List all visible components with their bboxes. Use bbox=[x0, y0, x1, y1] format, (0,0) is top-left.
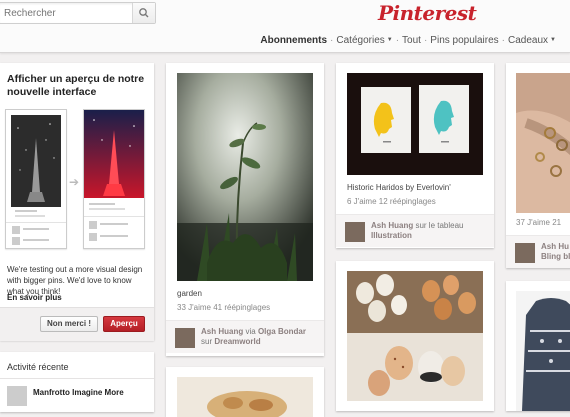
divider bbox=[0, 378, 154, 379]
nav-tout[interactable]: Tout bbox=[402, 35, 421, 46]
nav-categories-label: Catégories bbox=[336, 35, 385, 46]
nav-categories[interactable]: Catégories ▼ bbox=[336, 35, 392, 46]
nav-separator: · bbox=[330, 35, 334, 46]
pin-attribution: Ash Huang sur le tableau Illustration bbox=[336, 214, 494, 247]
board-prefix: sur bbox=[201, 337, 213, 346]
garden-photo[interactable] bbox=[177, 73, 313, 281]
nav-pins-populaires[interactable]: Pins populaires bbox=[430, 35, 498, 46]
sweater-photo[interactable] bbox=[516, 291, 570, 411]
eiffel-tower-dark-image bbox=[6, 115, 66, 245]
search-icon bbox=[139, 8, 149, 18]
board-name[interactable]: Illustration bbox=[371, 231, 412, 240]
pin-caption: Historic Haridos by Everlovin' bbox=[347, 183, 451, 192]
attribution-text: Ash Huang sur le tableau Illustration bbox=[371, 221, 501, 241]
pin-card[interactable]: garden 33 J'aime 41 réépinglages Ash Hua… bbox=[166, 63, 324, 356]
pinner-name[interactable]: Ash Huang bbox=[371, 221, 413, 230]
nav-separator: · bbox=[395, 35, 400, 46]
pin-stats: 33 J'aime 41 réépinglages bbox=[177, 303, 271, 312]
via-user[interactable]: Olga Bondar bbox=[258, 327, 306, 336]
main-nav: Abonnements · Catégories ▼ · Tout · Pins popula… bbox=[260, 35, 556, 46]
promo-actions: Non merci ! Aperçu bbox=[0, 307, 154, 341]
pin-card[interactable] bbox=[506, 281, 570, 411]
user-avatar[interactable] bbox=[515, 243, 535, 263]
nav-separator: · bbox=[423, 35, 428, 46]
nav-separator: · bbox=[501, 35, 506, 46]
eiffel-tower-red-image bbox=[84, 110, 144, 241]
activity-thumbnail[interactable] bbox=[7, 386, 27, 406]
caret-down-icon: ▼ bbox=[550, 37, 556, 43]
arrow-right-icon: ➔ bbox=[69, 175, 80, 189]
pinner-name[interactable]: Ash Hu bbox=[541, 242, 569, 251]
activity-item[interactable]: Manfrotto Imagine More bbox=[33, 388, 124, 397]
search-button[interactable] bbox=[132, 3, 155, 23]
old-interface-preview bbox=[5, 109, 67, 249]
user-avatar[interactable] bbox=[175, 328, 195, 348]
rings-hand-photo[interactable] bbox=[516, 73, 570, 213]
attribution-text: Ash Huang via Olga Bondar sur Dreamworld bbox=[201, 327, 331, 347]
pin-card[interactable]: Historic Haridos by Everlovin' 6 J'aime … bbox=[336, 63, 494, 248]
preview-button[interactable]: Aperçu bbox=[103, 316, 145, 332]
eggs-photo[interactable] bbox=[347, 271, 483, 401]
silhouette-cards-photo[interactable] bbox=[347, 73, 483, 175]
learn-more-link[interactable]: En savoir plus bbox=[7, 293, 62, 302]
nav-abonnements[interactable]: Abonnements bbox=[260, 35, 327, 46]
pinner-name[interactable]: Ash Huang bbox=[201, 327, 243, 336]
pin-card[interactable]: 37 J'aime 21 Ash Hu Bling bl bbox=[506, 63, 570, 268]
promo-title: Afficher un aperçu de notre nouvelle int… bbox=[7, 73, 145, 98]
search-input[interactable] bbox=[0, 3, 132, 24]
pin-caption: garden bbox=[177, 289, 202, 298]
new-interface-preview bbox=[83, 109, 145, 249]
pin-stats: 6 J'aime 12 réépinglages bbox=[347, 197, 436, 206]
food-photo[interactable] bbox=[177, 377, 313, 417]
search-box bbox=[0, 2, 156, 24]
recent-activity-title: Activité récente bbox=[7, 362, 69, 372]
pin-stats: 37 J'aime 21 bbox=[516, 218, 562, 227]
pin-attribution: Ash Huang via Olga Bondar sur Dreamworld bbox=[166, 320, 324, 353]
board-name[interactable]: Dreamworld bbox=[214, 337, 260, 346]
via-label: via bbox=[245, 327, 256, 336]
attribution-text: Ash Hu Bling bl bbox=[541, 242, 570, 262]
recent-activity-panel: Activité récente Manfrotto Imagine More bbox=[0, 352, 154, 412]
no-thanks-button[interactable]: Non merci ! bbox=[40, 316, 98, 332]
board-name[interactable]: Bling bl bbox=[541, 252, 570, 261]
pinterest-logo[interactable]: Pinterest bbox=[378, 1, 477, 25]
pin-card[interactable] bbox=[336, 261, 494, 411]
new-interface-promo: Afficher un aperçu de notre nouvelle int… bbox=[0, 63, 154, 341]
top-header: Pinterest Abonnements·Catégories▼·Tout·P… bbox=[0, 0, 570, 53]
pin-card[interactable] bbox=[166, 367, 324, 417]
pin-attribution: Ash Hu Bling bl bbox=[506, 235, 570, 268]
nav-cadeaux-label: Cadeaux bbox=[508, 35, 549, 46]
user-avatar[interactable] bbox=[345, 222, 365, 242]
board-prefix: sur le tableau bbox=[415, 221, 464, 230]
nav-cadeaux[interactable]: Cadeaux ▼ bbox=[508, 35, 556, 46]
